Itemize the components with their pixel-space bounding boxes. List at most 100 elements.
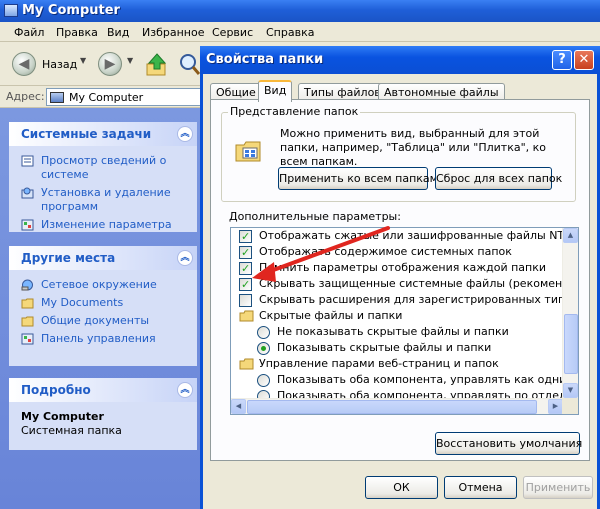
- apply-button[interactable]: Применить: [523, 476, 593, 499]
- computer-icon: [50, 92, 64, 103]
- my-computer-icon: [4, 4, 18, 17]
- menu-help[interactable]: Справка: [266, 26, 314, 39]
- panel-details-header[interactable]: Подробно ︽: [9, 378, 197, 402]
- tree-row-label: Показывать оба компонента, управлять как…: [277, 373, 579, 386]
- back-dropdown-icon[interactable]: ▼: [80, 56, 86, 65]
- place-shared-documents-label: Общие документы: [41, 314, 150, 327]
- tree-row-label: Не показывать скрытые файлы и папки: [277, 325, 509, 338]
- my-documents-folder-icon: [21, 298, 34, 309]
- scroll-up-icon[interactable]: ▲: [563, 228, 578, 243]
- menu-edit[interactable]: Правка: [56, 26, 98, 39]
- restore-defaults-button[interactable]: Восстановить умолчания: [435, 432, 582, 455]
- control-panel-icon: [21, 219, 34, 231]
- back-arrow-icon[interactable]: ◀: [12, 52, 36, 76]
- tree-row-label: Скрывать защищенные системные файлы (рек…: [259, 277, 579, 290]
- checkbox-checked[interactable]: [239, 229, 252, 245]
- place-my-documents-label: My Documents: [41, 296, 124, 309]
- folder-up-icon[interactable]: [146, 52, 168, 76]
- scroll-left-icon[interactable]: ◀: [231, 399, 246, 414]
- place-network[interactable]: Сетевое окружение: [9, 278, 197, 292]
- panel-other-places-header[interactable]: Другие места ︽: [9, 246, 197, 270]
- explorer-menubar: Файл Правка Вид Избранное Сервис Справка: [0, 22, 600, 42]
- checkbox-checked[interactable]: [239, 245, 252, 261]
- menu-favorites[interactable]: Избранное: [142, 26, 204, 39]
- folder-icon: [239, 358, 254, 370]
- network-places-icon: [21, 279, 33, 291]
- explorer-task-pane: Системные задачи ︽ Просмотр сведений о с…: [0, 108, 205, 509]
- close-icon[interactable]: ✕: [574, 50, 594, 70]
- menu-view[interactable]: Вид: [107, 26, 129, 39]
- place-my-documents[interactable]: My Documents: [9, 296, 197, 310]
- add-remove-programs-icon: [21, 187, 34, 199]
- address-label: Адрес:: [6, 90, 45, 103]
- folder-view-group: Представление папок Можно применить вид,…: [221, 105, 576, 202]
- horizontal-scrollbar[interactable]: ◀ ▶: [231, 398, 564, 414]
- forward-arrow-icon[interactable]: ▶: [98, 52, 122, 76]
- radio-unselected[interactable]: [257, 374, 270, 387]
- place-network-label: Сетевое окружение: [41, 278, 157, 291]
- forward-dropdown-icon[interactable]: ▼: [127, 56, 133, 65]
- tree-row-label: Скрытые файлы и папки: [259, 309, 403, 322]
- tree-row-label: Отображать содержимое системных папок: [259, 245, 512, 258]
- folder-icon: [239, 310, 254, 322]
- ok-button[interactable]: ОК: [365, 476, 438, 499]
- explorer-titlebar: My Computer: [0, 0, 600, 22]
- back-button-label[interactable]: Назад: [42, 58, 77, 71]
- details-subtitle: Системная папка: [21, 424, 122, 437]
- help-button[interactable]: ?: [552, 50, 572, 70]
- panel-details: Подробно ︽ My Computer Системная папка: [9, 378, 197, 450]
- reset-all-folders-button[interactable]: Сброс для всех папок: [435, 167, 562, 190]
- details-name: My Computer: [21, 410, 104, 423]
- tree-row-label: Управление парами веб-страниц и папок: [259, 357, 499, 370]
- tree-row-label: Помнить параметры отображения каждой пап…: [259, 261, 547, 274]
- menu-file[interactable]: Файл: [14, 26, 44, 39]
- collapse-chevron-icon[interactable]: ︽: [177, 126, 193, 142]
- panel-system-tasks-title: Системные задачи: [21, 127, 152, 141]
- task-change-setting[interactable]: Изменение параметра: [9, 218, 197, 232]
- checkbox-checked[interactable]: [239, 277, 252, 293]
- folder-view-icon: [235, 141, 261, 162]
- task-add-remove-label-1: Установка и удаление: [41, 186, 171, 199]
- tree-row-label: Показывать скрытые файлы и папки: [277, 341, 492, 354]
- vertical-scrollbar[interactable]: ▲ ▼: [562, 228, 578, 399]
- advanced-settings-tree[interactable]: Отображать сжатые или зашифрованные файл…: [230, 227, 579, 415]
- explorer-title: My Computer: [22, 3, 120, 18]
- vertical-scroll-thumb[interactable]: [564, 314, 578, 374]
- task-add-remove-programs[interactable]: Установка и удаление программ: [9, 186, 197, 214]
- address-field[interactable]: My Computer: [46, 88, 206, 106]
- tree-row-label: Отображать сжатые или зашифрованные файл…: [259, 229, 578, 242]
- cancel-button[interactable]: Отмена: [444, 476, 517, 499]
- scroll-down-icon[interactable]: ▼: [563, 383, 578, 398]
- system-info-icon: [21, 155, 34, 167]
- scrollbar-corner: [562, 398, 578, 414]
- radio-unselected[interactable]: [257, 326, 270, 339]
- shared-documents-folder-icon: [21, 316, 34, 327]
- menu-tools[interactable]: Сервис: [212, 26, 253, 39]
- collapse-chevron-icon[interactable]: ︽: [177, 382, 193, 398]
- collapse-chevron-icon[interactable]: ︽: [177, 250, 193, 266]
- panel-other-places-title: Другие места: [21, 251, 116, 265]
- folder-options-dialog: Свойства папки ? ✕ Общие Вид Типы файлов…: [200, 46, 600, 509]
- tree-row-label: Скрывать расширения для зарегистрированн…: [259, 293, 578, 306]
- panel-other-places: Другие места ︽ Сетевое окружение My Docu…: [9, 246, 197, 366]
- dialog-titlebar[interactable]: Свойства папки ? ✕: [200, 46, 600, 74]
- dialog-title: Свойства папки: [206, 52, 324, 67]
- scroll-right-icon[interactable]: ▶: [548, 399, 563, 414]
- folder-view-legend: Представление папок: [228, 105, 361, 118]
- folder-view-description: Можно применить вид, выбранный для этой …: [280, 127, 547, 168]
- radio-selected[interactable]: [257, 342, 270, 355]
- place-control-panel[interactable]: Панель управления: [9, 332, 197, 346]
- advanced-settings-label: Дополнительные параметры:: [229, 210, 401, 223]
- task-change-setting-label: Изменение параметра: [41, 218, 172, 231]
- task-view-system-info[interactable]: Просмотр сведений о системе: [9, 154, 197, 182]
- search-icon[interactable]: [178, 52, 200, 76]
- control-panel-icon: [21, 333, 34, 345]
- panel-system-tasks-header[interactable]: Системные задачи ︽: [9, 122, 197, 146]
- place-shared-documents[interactable]: Общие документы: [9, 314, 197, 328]
- checkbox-checked[interactable]: [239, 261, 252, 277]
- checkbox-unchecked[interactable]: [239, 294, 252, 307]
- tab-view[interactable]: Вид: [258, 80, 293, 102]
- horizontal-scroll-thumb[interactable]: [247, 400, 537, 414]
- apply-to-all-folders-button[interactable]: Применить ко всем папкам: [278, 167, 438, 190]
- place-control-panel-label: Панель управления: [41, 332, 156, 345]
